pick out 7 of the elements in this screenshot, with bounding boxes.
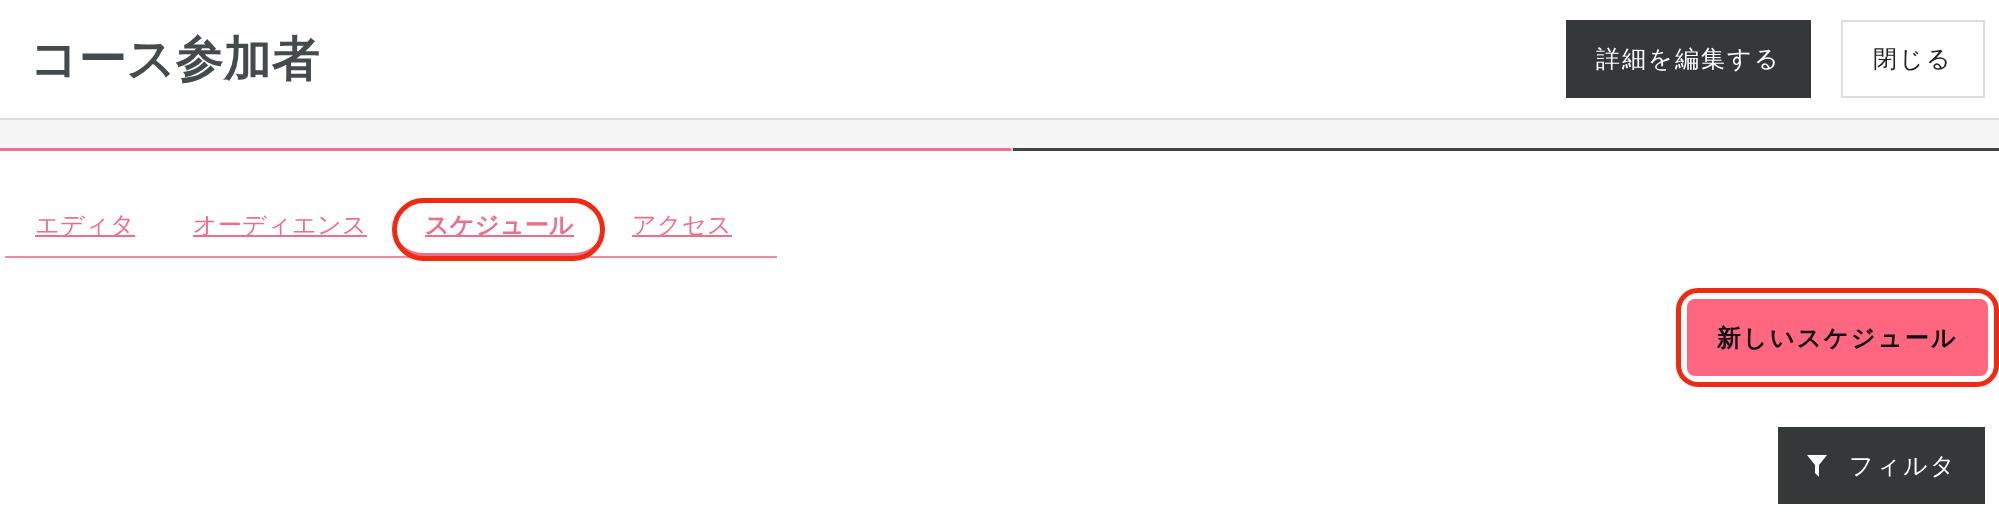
- new-schedule-button[interactable]: 新しいスケジュール: [1687, 299, 1988, 376]
- filter-icon: [1806, 454, 1827, 477]
- close-button[interactable]: 閉じる: [1841, 20, 1985, 98]
- edit-details-button[interactable]: 詳細を編集する: [1566, 20, 1811, 98]
- page-title: コース参加者: [30, 29, 320, 88]
- filter-label: フィルタ: [1848, 450, 1957, 482]
- filter-button[interactable]: フィルタ: [1778, 427, 1985, 504]
